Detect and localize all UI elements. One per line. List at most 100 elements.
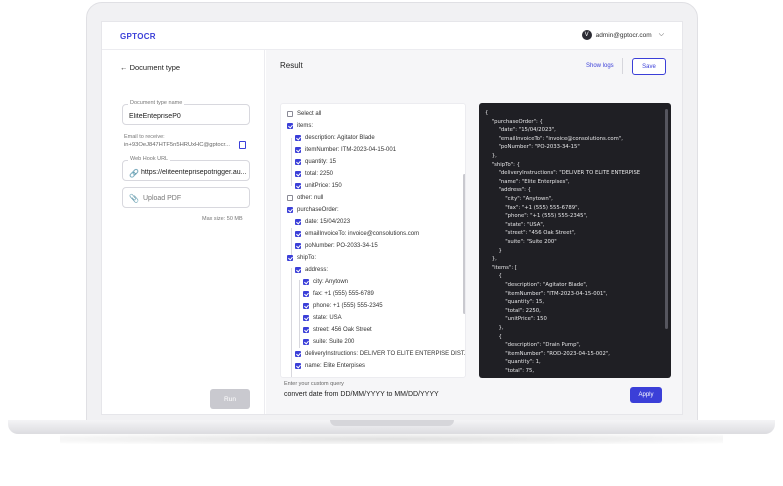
code-line: } bbox=[485, 247, 502, 254]
checkbox[interactable] bbox=[303, 327, 309, 333]
code-line: "poNumber": "PO-2033-34-15" bbox=[485, 144, 580, 151]
code-line: "phone": "+1 (555) 555-2345", bbox=[485, 213, 588, 220]
tree-guide bbox=[299, 280, 300, 348]
code-line: { bbox=[485, 333, 502, 340]
code-line: { bbox=[485, 110, 489, 116]
run-button[interactable]: Run bbox=[210, 389, 250, 409]
checkbox[interactable] bbox=[295, 147, 301, 153]
user-menu[interactable]: V admin@gptocr.com ⌵ bbox=[581, 30, 664, 40]
checkbox[interactable] bbox=[295, 267, 301, 273]
code-line: "emailInvoiceTo": "invoice@consolutions.… bbox=[485, 135, 623, 142]
arrow-left-icon: ← bbox=[120, 63, 128, 72]
code-line: "street": "456 Oak Street", bbox=[485, 230, 576, 237]
tree-row-label: fax: +1 (555) 555-6789 bbox=[313, 291, 374, 297]
checkbox[interactable] bbox=[303, 291, 309, 297]
checkbox[interactable] bbox=[295, 363, 301, 369]
checkbox[interactable] bbox=[295, 159, 301, 165]
copy-icon[interactable] bbox=[239, 141, 246, 149]
checkbox[interactable] bbox=[295, 171, 301, 177]
checkbox[interactable] bbox=[303, 303, 309, 309]
tree-row-label: street: 456 Oak Street bbox=[313, 327, 372, 333]
save-button[interactable]: Save bbox=[632, 58, 666, 75]
checkbox[interactable] bbox=[287, 195, 293, 201]
checkbox[interactable] bbox=[287, 207, 293, 213]
tree-row[interactable]: suite: Suite 200 bbox=[303, 337, 354, 347]
checkbox[interactable] bbox=[295, 183, 301, 189]
tree-scrollbar[interactable] bbox=[463, 174, 465, 314]
query-input[interactable]: convert date from DD/MM/YYYY to MM/DD/YY… bbox=[284, 391, 614, 403]
tree-row[interactable]: poNumber: PO-2033-34-15 bbox=[295, 241, 378, 251]
tree-row[interactable]: deliveryInstructions: DELIVER TO ELITE E… bbox=[295, 349, 465, 359]
tree-row[interactable]: purchaseOrder: bbox=[287, 205, 339, 215]
tree-row[interactable]: address: bbox=[295, 265, 328, 275]
divider bbox=[622, 58, 623, 74]
tree-row[interactable]: street: 456 Oak Street bbox=[303, 325, 372, 335]
tree-row[interactable]: total: 2250 bbox=[295, 169, 333, 179]
code-line: "quantity": 15, bbox=[485, 299, 545, 306]
checkbox[interactable] bbox=[295, 243, 301, 249]
checkbox[interactable] bbox=[295, 135, 301, 141]
code-line: "quantity": 1, bbox=[485, 359, 541, 366]
tree-row-label: quantity: 15 bbox=[305, 159, 337, 165]
tree-guide bbox=[291, 268, 292, 377]
tree-row[interactable]: itemNumber: ITM-2023-04-15-001 bbox=[295, 145, 396, 155]
checkbox[interactable] bbox=[287, 111, 293, 117]
code-line: }, bbox=[485, 256, 497, 263]
code-line: "suite": "Suite 200" bbox=[485, 239, 557, 245]
checkbox[interactable] bbox=[287, 123, 293, 129]
doc-type-name-field[interactable]: Document type name EliteEntepriseP0 bbox=[122, 100, 250, 125]
checkbox[interactable] bbox=[295, 351, 301, 357]
tree-row-label: unitPrice: 150 bbox=[305, 183, 342, 189]
tree-row[interactable]: description: Agitator Blade bbox=[295, 133, 375, 143]
result-panel: Result Show logs Save Select all items: de… bbox=[266, 50, 682, 414]
tree-row-label: name: Elite Enterpises bbox=[305, 363, 366, 369]
result-title: Result bbox=[280, 61, 303, 70]
tree-row[interactable]: quantity: 15 bbox=[295, 157, 336, 167]
apply-button[interactable]: Apply bbox=[630, 387, 662, 403]
tree-row[interactable]: date: 15/04/2023 bbox=[295, 217, 350, 227]
tree-row[interactable]: emailInvoiceTo: invoice@consolutions.com bbox=[295, 229, 419, 239]
tree-row[interactable]: phone: +1 (555) 555-2345 bbox=[303, 301, 383, 311]
upload-pdf-button[interactable]: 📎 Upload PDF bbox=[122, 187, 250, 208]
brand-logo[interactable]: GPTOCR bbox=[120, 32, 156, 41]
tree-row[interactable]: unitPrice: 150 bbox=[295, 181, 342, 191]
email-label: Email to receive: bbox=[124, 134, 165, 140]
show-logs-link[interactable]: Show logs bbox=[586, 63, 614, 69]
checkbox[interactable] bbox=[295, 219, 301, 225]
tree-row-label: suite: Suite 200 bbox=[313, 339, 355, 345]
tree-row[interactable]: city: Anytown bbox=[303, 277, 348, 287]
code-line: "state": "USA", bbox=[485, 221, 545, 228]
doc-type-name-value[interactable]: EliteEntepriseP0 bbox=[129, 113, 247, 120]
tree-row[interactable]: other: null bbox=[287, 193, 323, 203]
tree-row[interactable]: shipTo: bbox=[287, 253, 316, 263]
tree-row-label: other: null bbox=[297, 195, 324, 201]
tree-row[interactable]: items: bbox=[287, 121, 313, 131]
tree-row-label: purchaseOrder: bbox=[297, 207, 339, 213]
user-email: admin@gptocr.com bbox=[595, 31, 652, 39]
top-bar: GPTOCR V admin@gptocr.com ⌵ bbox=[102, 22, 682, 50]
tree-row-label: poNumber: PO-2033-34-15 bbox=[305, 243, 378, 249]
tree-row-label: city: Anytown bbox=[313, 279, 349, 285]
code-line: "purchaseOrder": { bbox=[485, 118, 543, 125]
code-line: }, bbox=[485, 153, 497, 159]
tree-row[interactable]: name: Elite Enterpises bbox=[295, 361, 365, 371]
webhook-url-value[interactable]: https://eliteenteprisepotrigger.au... bbox=[141, 169, 247, 176]
code-line: "shipTo": { bbox=[485, 161, 520, 168]
checkbox[interactable] bbox=[303, 315, 309, 321]
field-tree: Select all items: description: Agitator Bl… bbox=[280, 103, 466, 378]
checkbox[interactable] bbox=[295, 231, 301, 237]
checkbox[interactable] bbox=[287, 255, 293, 261]
checkbox[interactable] bbox=[303, 339, 309, 345]
tree-row[interactable]: fax: +1 (555) 555-6789 bbox=[303, 289, 374, 299]
tree-row-label: description: Agitator Blade bbox=[305, 135, 375, 141]
tree-guide bbox=[291, 138, 292, 186]
webhook-url-field[interactable]: Web Hook URL 🔗 https://eliteenteprisepot… bbox=[122, 156, 250, 181]
back-link[interactable]: ← Document type bbox=[120, 63, 180, 72]
code-line: "fax": "+1 (555) 555-6789", bbox=[485, 204, 580, 211]
json-scrollbar[interactable] bbox=[665, 109, 668, 329]
tree-row[interactable]: state: USA bbox=[303, 313, 342, 323]
paperclip-icon: 📎 bbox=[129, 194, 139, 203]
select-all-row[interactable]: Select all bbox=[287, 109, 321, 119]
checkbox[interactable] bbox=[303, 279, 309, 285]
chevron-down-icon[interactable]: ⌵ bbox=[659, 31, 664, 39]
